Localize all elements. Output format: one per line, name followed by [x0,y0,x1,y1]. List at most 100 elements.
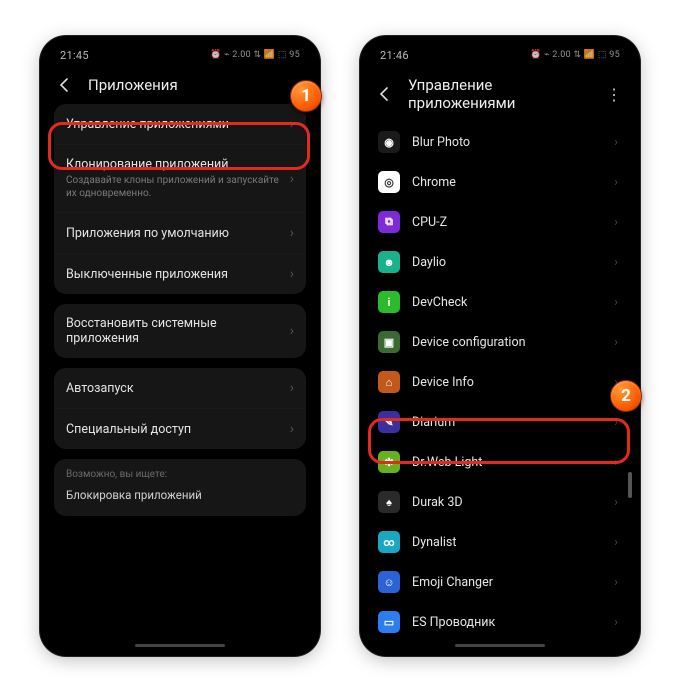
step-badge-2: 2 [610,380,642,412]
app-icon: ✎ [378,411,400,433]
group-restore: Восстановить системные приложения › [54,304,306,358]
header: Приложения [46,68,314,104]
app-row-diarium[interactable]: ✎ Diarium › [372,402,628,442]
status-icons: ⏰ ⌁ 2.00 ⇅ 📶 ⬚ 95 [210,50,300,60]
app-row-devcheck[interactable]: i DevCheck › [372,282,628,322]
app-name: CPU-Z [412,215,602,230]
app-icon: i [378,291,400,313]
home-indicator[interactable] [135,644,225,647]
row-restore-system[interactable]: Восстановить системные приложения › [54,304,306,358]
app-row-daylio[interactable]: ☻ Daylio › [372,242,628,282]
status-icons: ⏰ ⌁ 2.00 ⇅ 📶 ⬚ 95 [530,50,620,60]
app-name: Blur Photo [412,135,602,150]
row-label: Автозапуск [66,381,280,396]
chevron-right-icon: › [614,495,618,510]
page-title: Приложения [88,76,304,94]
app-row-chrome[interactable]: ◎ Chrome › [372,162,628,202]
more-icon[interactable]: ⋮ [604,85,624,104]
app-name: Daylio [412,255,602,270]
app-row-device-info[interactable]: ⌂Device Info› [372,362,628,402]
row-manage-apps[interactable]: Управление приложениями › [54,104,306,144]
app-name: Diarium [412,415,602,430]
chevron-right-icon: › [614,455,618,470]
app-name: Device Info [412,375,602,390]
chevron-right-icon: › [614,575,618,590]
chevron-right-icon: › [614,135,618,150]
status-bar: 21:46 ⏰ ⌁ 2.00 ⇅ 📶 ⬚ 95 [366,42,634,68]
row-special-access[interactable]: Специальный доступ › [54,408,306,449]
screen-left: 21:45 ⏰ ⌁ 2.00 ⇅ 📶 ⬚ 95 Приложения Управ… [46,42,314,650]
row-label: Клонирование приложений [66,157,280,172]
status-bar: 21:45 ⏰ ⌁ 2.00 ⇅ 📶 ⬚ 95 [46,42,314,68]
app-icon: ♠ [378,491,400,513]
app-icon: ∞ [378,531,400,553]
app-name: Dr.Web Light [412,455,602,470]
group-hint: Возможно, вы ищете: Блокировка приложени… [54,459,306,516]
chevron-right-icon: › [614,255,618,270]
app-row-cpu-z[interactable]: ⧉ CPU-Z › [372,202,628,242]
app-icon: ◉ [378,131,400,153]
row-label: Восстановить системные приложения [66,316,280,346]
app-icon: ▭ [378,611,400,633]
chevron-right-icon: › [290,171,294,187]
app-name: Durak 3D [412,495,602,510]
row-label: Приложения по умолчанию [66,226,280,241]
group-autostart: Автозапуск › Специальный доступ › [54,368,306,449]
back-icon[interactable] [56,76,74,94]
row-label: Выключенные приложения [66,267,280,282]
app-row-emoji-changer[interactable]: ☺ Emoji Changer › [372,562,628,602]
app-row-durak-3d[interactable]: ♠ Durak 3D › [372,482,628,522]
app-icon: ✱ [378,451,400,473]
chevron-right-icon: › [614,615,618,630]
app-icon: ▣ [378,331,400,353]
row-label: Специальный доступ [66,422,280,437]
app-list[interactable]: ◉ Blur Photo › ◎ Chrome › ⧉ CPU-Z › ☻ Daylio › i DevC… [366,122,634,650]
app-icon: ◎ [378,171,400,193]
settings-content: Управление приложениями › Клонирование п… [46,104,314,650]
back-icon[interactable] [376,85,394,103]
page-title: Управление приложениями [408,76,590,112]
row-label: Управление приложениями [66,117,280,132]
chevron-right-icon: › [290,225,294,241]
row-autostart[interactable]: Автозапуск › [54,368,306,408]
app-name: DevCheck [412,295,602,310]
app-row-es-[interactable]: ▭ ES Проводник › [372,602,628,642]
app-name: Device configuration [412,335,602,350]
chevron-right-icon: › [614,335,618,350]
clock: 21:45 [60,49,89,62]
app-row-dr-web-light[interactable]: ✱ Dr.Web Light › [372,442,628,482]
clock: 21:46 [380,49,409,62]
app-icon: ☻ [378,251,400,273]
app-name: Emoji Changer [412,575,602,590]
chevron-right-icon: › [290,421,294,437]
row-clone-apps[interactable]: Клонирование приложений Создавайте клоны… [54,144,306,212]
app-icon: ⧉ [378,211,400,233]
scrollbar-thumb[interactable] [628,472,632,498]
chevron-right-icon: › [614,215,618,230]
app-row-blur-photo[interactable]: ◉ Blur Photo › [372,122,628,162]
screen-right: 21:46 ⏰ ⌁ 2.00 ⇅ 📶 ⬚ 95 Управление прило… [366,42,634,650]
app-icon: ☺ [378,571,400,593]
app-name: Chrome [412,175,602,190]
hint-item-app-lock[interactable]: Блокировка приложений [54,482,306,516]
app-name: ES Проводник [412,615,602,630]
row-disabled-apps[interactable]: Выключенные приложения › [54,253,306,294]
step-badge-1: 1 [290,80,322,112]
home-indicator[interactable] [455,644,545,647]
chevron-right-icon: › [290,380,294,396]
chevron-right-icon: › [290,266,294,282]
chevron-right-icon: › [290,116,294,132]
row-default-apps[interactable]: Приложения по умолчанию › [54,212,306,253]
chevron-right-icon: › [614,175,618,190]
phone-left: 21:45 ⏰ ⌁ 2.00 ⇅ 📶 ⬚ 95 Приложения Управ… [40,36,320,656]
app-name: Dynalist [412,535,602,550]
app-row-device-configuration[interactable]: ▣ Device configuration › [372,322,628,362]
row-subtitle: Создавайте клоны приложений и запускайте… [66,175,280,200]
chevron-right-icon: › [614,415,618,430]
chevron-right-icon: › [290,323,294,339]
app-row-dynalist[interactable]: ∞Dynalist› [372,522,628,562]
hint-heading: Возможно, вы ищете: [54,459,306,482]
chevron-right-icon: › [614,295,618,310]
phone-right: 21:46 ⏰ ⌁ 2.00 ⇅ 📶 ⬚ 95 Управление прило… [360,36,640,656]
app-icon: ⌂ [378,371,400,393]
